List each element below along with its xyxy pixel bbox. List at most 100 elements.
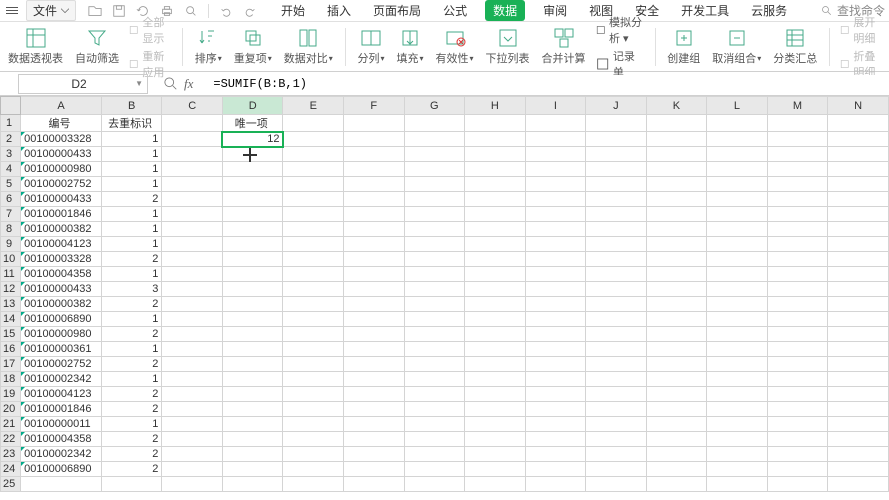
cell[interactable] bbox=[344, 222, 405, 237]
cell[interactable] bbox=[767, 327, 828, 342]
cell[interactable] bbox=[828, 432, 889, 447]
row-header[interactable]: 5 bbox=[1, 177, 21, 192]
cell[interactable]: 1 bbox=[101, 222, 162, 237]
cell[interactable] bbox=[222, 327, 283, 342]
row-header[interactable]: 14 bbox=[1, 312, 21, 327]
cell[interactable] bbox=[465, 357, 526, 372]
cell[interactable]: 1 bbox=[101, 342, 162, 357]
cell[interactable] bbox=[646, 447, 707, 462]
cell[interactable] bbox=[162, 462, 223, 477]
cell[interactable] bbox=[767, 115, 828, 132]
row-header[interactable]: 17 bbox=[1, 357, 21, 372]
cell[interactable] bbox=[707, 312, 768, 327]
cell[interactable] bbox=[465, 267, 526, 282]
row-header[interactable]: 9 bbox=[1, 237, 21, 252]
open-icon[interactable] bbox=[88, 4, 102, 18]
cell[interactable] bbox=[162, 477, 223, 492]
cell[interactable] bbox=[646, 372, 707, 387]
cell[interactable]: 2 bbox=[101, 462, 162, 477]
cell[interactable] bbox=[707, 267, 768, 282]
cell[interactable]: 唯一项 bbox=[222, 115, 283, 132]
cell[interactable] bbox=[828, 417, 889, 432]
cell[interactable] bbox=[283, 327, 344, 342]
cell[interactable] bbox=[767, 192, 828, 207]
cell[interactable] bbox=[525, 297, 586, 312]
cell[interactable] bbox=[344, 282, 405, 297]
cell[interactable]: 2 bbox=[101, 252, 162, 267]
cell[interactable] bbox=[525, 447, 586, 462]
cell[interactable] bbox=[586, 372, 647, 387]
cell[interactable] bbox=[828, 222, 889, 237]
cell[interactable] bbox=[525, 417, 586, 432]
cell[interactable] bbox=[162, 222, 223, 237]
cell[interactable] bbox=[828, 297, 889, 312]
cell[interactable] bbox=[707, 237, 768, 252]
cell[interactable] bbox=[767, 357, 828, 372]
cell[interactable] bbox=[525, 372, 586, 387]
cell[interactable] bbox=[344, 237, 405, 252]
cell[interactable] bbox=[707, 207, 768, 222]
cell[interactable] bbox=[162, 342, 223, 357]
cell[interactable] bbox=[465, 462, 526, 477]
cell[interactable] bbox=[283, 267, 344, 282]
cell[interactable]: 3 bbox=[101, 282, 162, 297]
row-header[interactable]: 2 bbox=[1, 132, 21, 147]
cell[interactable] bbox=[404, 147, 465, 162]
cell[interactable] bbox=[707, 447, 768, 462]
cell[interactable] bbox=[162, 432, 223, 447]
cell[interactable] bbox=[525, 115, 586, 132]
cell[interactable] bbox=[222, 357, 283, 372]
cell[interactable] bbox=[404, 207, 465, 222]
cell[interactable] bbox=[828, 237, 889, 252]
cell[interactable] bbox=[222, 342, 283, 357]
cell[interactable] bbox=[404, 417, 465, 432]
cell[interactable] bbox=[707, 387, 768, 402]
cell[interactable] bbox=[828, 207, 889, 222]
row-header[interactable]: 16 bbox=[1, 342, 21, 357]
cell[interactable] bbox=[525, 282, 586, 297]
cell[interactable] bbox=[404, 162, 465, 177]
col-header-N[interactable]: N bbox=[828, 97, 889, 115]
tab-1[interactable]: 插入 bbox=[323, 0, 355, 21]
col-header-D[interactable]: D bbox=[222, 97, 283, 115]
cell[interactable] bbox=[283, 132, 344, 147]
cell[interactable] bbox=[767, 132, 828, 147]
cell[interactable] bbox=[525, 357, 586, 372]
cell[interactable] bbox=[465, 282, 526, 297]
cell[interactable] bbox=[283, 447, 344, 462]
cell[interactable] bbox=[828, 372, 889, 387]
cell[interactable] bbox=[344, 402, 405, 417]
cell[interactable] bbox=[465, 252, 526, 267]
tab-9[interactable]: 云服务 bbox=[747, 0, 791, 21]
cell[interactable] bbox=[283, 462, 344, 477]
cell[interactable] bbox=[586, 147, 647, 162]
ribbon-split[interactable]: 分列▾ bbox=[355, 27, 386, 66]
cell[interactable] bbox=[162, 252, 223, 267]
cell[interactable] bbox=[646, 327, 707, 342]
cell[interactable] bbox=[828, 115, 889, 132]
cell[interactable] bbox=[828, 447, 889, 462]
tab-4[interactable]: 数据 bbox=[485, 0, 525, 21]
cell[interactable] bbox=[162, 357, 223, 372]
tab-2[interactable]: 页面布局 bbox=[369, 0, 425, 21]
cell[interactable] bbox=[586, 327, 647, 342]
cell[interactable]: 1 bbox=[101, 267, 162, 282]
cell[interactable] bbox=[344, 357, 405, 372]
cell[interactable] bbox=[101, 477, 162, 492]
cell[interactable] bbox=[404, 312, 465, 327]
formula-input[interactable] bbox=[209, 75, 889, 93]
cell[interactable] bbox=[283, 115, 344, 132]
row-header[interactable]: 23 bbox=[1, 447, 21, 462]
cell[interactable] bbox=[525, 162, 586, 177]
cell[interactable] bbox=[586, 342, 647, 357]
row-header[interactable]: 12 bbox=[1, 282, 21, 297]
cell[interactable] bbox=[767, 252, 828, 267]
cell[interactable] bbox=[404, 477, 465, 492]
cell[interactable] bbox=[222, 372, 283, 387]
cell[interactable] bbox=[707, 147, 768, 162]
cell[interactable]: 2 bbox=[101, 387, 162, 402]
cell[interactable] bbox=[283, 477, 344, 492]
ribbon-consolidate[interactable]: 合并计算 bbox=[540, 27, 588, 66]
cell[interactable] bbox=[465, 417, 526, 432]
cell[interactable] bbox=[767, 177, 828, 192]
